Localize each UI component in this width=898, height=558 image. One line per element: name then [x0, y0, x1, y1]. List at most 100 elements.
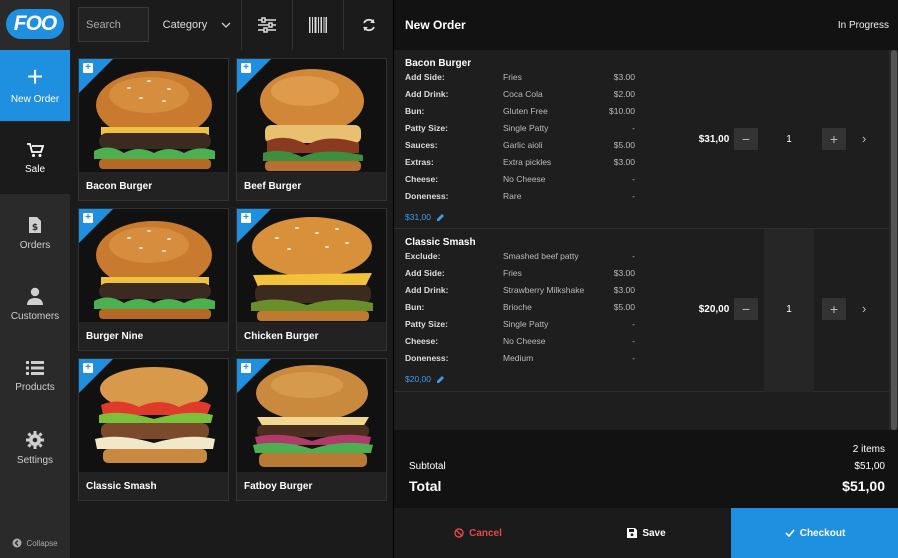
option-price: - — [632, 251, 635, 261]
sidebar-item-products[interactable]: Products — [0, 340, 70, 412]
checkout-label: Checkout — [799, 527, 846, 539]
category-dropdown[interactable]: Category — [156, 0, 238, 50]
collapse-icon — [12, 538, 22, 548]
option-price: $3.00 — [613, 268, 635, 278]
option-key: Doneness: — [405, 191, 449, 201]
category-label: Category — [162, 19, 208, 31]
option-value: Gluten Free — [503, 106, 548, 116]
option-key: Cheese: — [405, 174, 439, 184]
option-row: Sauces: Garlic aioli $5.00 — [405, 140, 635, 157]
edit-icon — [437, 213, 444, 221]
option-row: Doneness: Rare - — [405, 191, 635, 208]
option-key: Exclude: — [405, 251, 441, 261]
increase-qty-button[interactable]: + — [822, 298, 846, 320]
total-value: $51,00 — [842, 478, 885, 494]
sidebar-item-settings[interactable]: Settings — [0, 412, 70, 484]
option-row: Bun: Brioche $5.00 — [405, 302, 635, 319]
plus-icon: + — [241, 213, 251, 223]
cancel-button[interactable]: Cancel — [394, 508, 562, 558]
option-price: $3.00 — [613, 285, 635, 295]
plus-icon: + — [83, 63, 93, 73]
item-price: $20,00 — [698, 304, 730, 315]
barcode-button[interactable] — [292, 0, 342, 50]
order-panel: New Order In Progress Bacon Burger Add S… — [393, 0, 898, 558]
option-value: Single Patty — [503, 123, 549, 133]
check-icon — [785, 529, 795, 537]
order-totals: 2 items Subtotal $51,00 Total $51,00 — [394, 430, 898, 508]
option-key: Add Side: — [405, 72, 445, 82]
product-name: Chicken Burger — [237, 322, 386, 350]
order-header: New Order In Progress — [394, 0, 898, 50]
cart-icon — [27, 142, 44, 157]
edit-item-link[interactable]: $20,00 — [405, 374, 445, 384]
edit-icon — [437, 375, 444, 383]
option-value: Garlic aioli — [503, 140, 543, 150]
order-item[interactable]: Classic Smash Exclude: Smashed beef patty… — [394, 229, 889, 392]
sidebar-item-new-order[interactable]: + New Order — [0, 50, 70, 121]
refresh-button[interactable] — [343, 0, 393, 50]
product-card-classic-smash[interactable]: + Classic Smash — [78, 358, 229, 501]
edit-item-link[interactable]: $31,00 — [405, 212, 445, 222]
option-key: Bun: — [405, 106, 425, 116]
option-value: Smashed beef patty — [503, 251, 579, 261]
save-button[interactable]: Save — [562, 508, 731, 558]
decrease-qty-button[interactable]: − — [734, 298, 758, 320]
option-price: $10.00 — [609, 106, 635, 116]
order-status: In Progress — [837, 19, 889, 31]
product-card-bacon-burger[interactable]: + Bacon Burger — [78, 58, 229, 201]
product-name: Bacon Burger — [79, 172, 228, 200]
order-item-name: Bacon Burger — [405, 58, 472, 69]
collapse-button[interactable]: Collapse — [0, 538, 70, 548]
product-card-beef-burger[interactable]: + Beef Burger — [236, 58, 387, 201]
order-item[interactable]: Bacon Burger Add Side: Fries $3.00 Add Dri… — [394, 50, 889, 229]
sidebar-item-customers[interactable]: Customers — [0, 268, 70, 340]
plus-icon: + — [26, 61, 44, 92]
plus-icon: + — [241, 363, 251, 373]
option-price: - — [632, 336, 635, 346]
option-key: Sauces: — [405, 140, 438, 150]
option-value: No Cheese — [503, 174, 546, 184]
filter-button[interactable] — [241, 0, 291, 50]
order-item-name: Classic Smash — [405, 237, 476, 248]
foo-logo: FOO — [6, 9, 64, 39]
decrease-qty-button[interactable]: − — [734, 128, 758, 150]
product-grid: + Bacon Burger + Beef Burger + Burger Ni… — [70, 50, 393, 558]
search-input[interactable] — [78, 7, 149, 42]
order-title: New Order — [405, 18, 466, 32]
chevron-right-icon[interactable]: › — [862, 131, 866, 146]
option-price: $3.00 — [613, 72, 635, 82]
total-label: Total — [409, 478, 442, 494]
option-price: $5.00 — [613, 302, 635, 312]
sidebar-item-label: Orders — [19, 239, 51, 251]
option-row: Bun: Gluten Free $10.00 — [405, 106, 635, 123]
item-subtotal: $31,00 — [405, 212, 431, 222]
option-row: Add Side: Fries $3.00 — [405, 72, 635, 89]
option-value: Single Patty — [503, 319, 549, 329]
product-card-chicken-burger[interactable]: + Chicken Burger — [236, 208, 387, 351]
sidebar-item-sale[interactable]: Sale — [0, 122, 70, 194]
order-item-list: Bacon Burger Add Side: Fries $3.00 Add Dri… — [394, 50, 889, 430]
checkout-button[interactable]: Checkout — [731, 508, 898, 558]
scrollbar-thumb[interactable] — [891, 50, 897, 430]
product-card-fatboy-burger[interactable]: + Fatboy Burger — [236, 358, 387, 501]
option-row: Cheese: No Cheese - — [405, 174, 635, 191]
order-actions: Cancel Save Checkout — [394, 508, 898, 558]
order-scrollbar[interactable] — [889, 50, 898, 430]
increase-qty-button[interactable]: + — [822, 128, 846, 150]
option-key: Doneness: — [405, 353, 449, 363]
option-row: Exclude: Smashed beef patty - — [405, 251, 635, 268]
option-key: Add Drink: — [405, 89, 449, 99]
plus-icon: + — [83, 363, 93, 373]
sidebar-item-label: Products — [15, 381, 55, 393]
sidebar: FOO + New Order Sale $ Orders Customers … — [0, 0, 70, 558]
option-key: Bun: — [405, 302, 425, 312]
product-card-burger-nine[interactable]: + Burger Nine — [78, 208, 229, 351]
collapse-label: Collapse — [26, 538, 58, 548]
item-qty[interactable]: 1 — [774, 304, 804, 315]
sidebar-item-orders[interactable]: $ Orders — [0, 197, 70, 269]
item-qty[interactable]: 1 — [774, 134, 804, 145]
option-value: Strawberry Milkshake — [503, 285, 585, 295]
option-price: - — [632, 353, 635, 363]
ban-icon — [454, 528, 464, 538]
chevron-right-icon[interactable]: › — [862, 301, 866, 316]
